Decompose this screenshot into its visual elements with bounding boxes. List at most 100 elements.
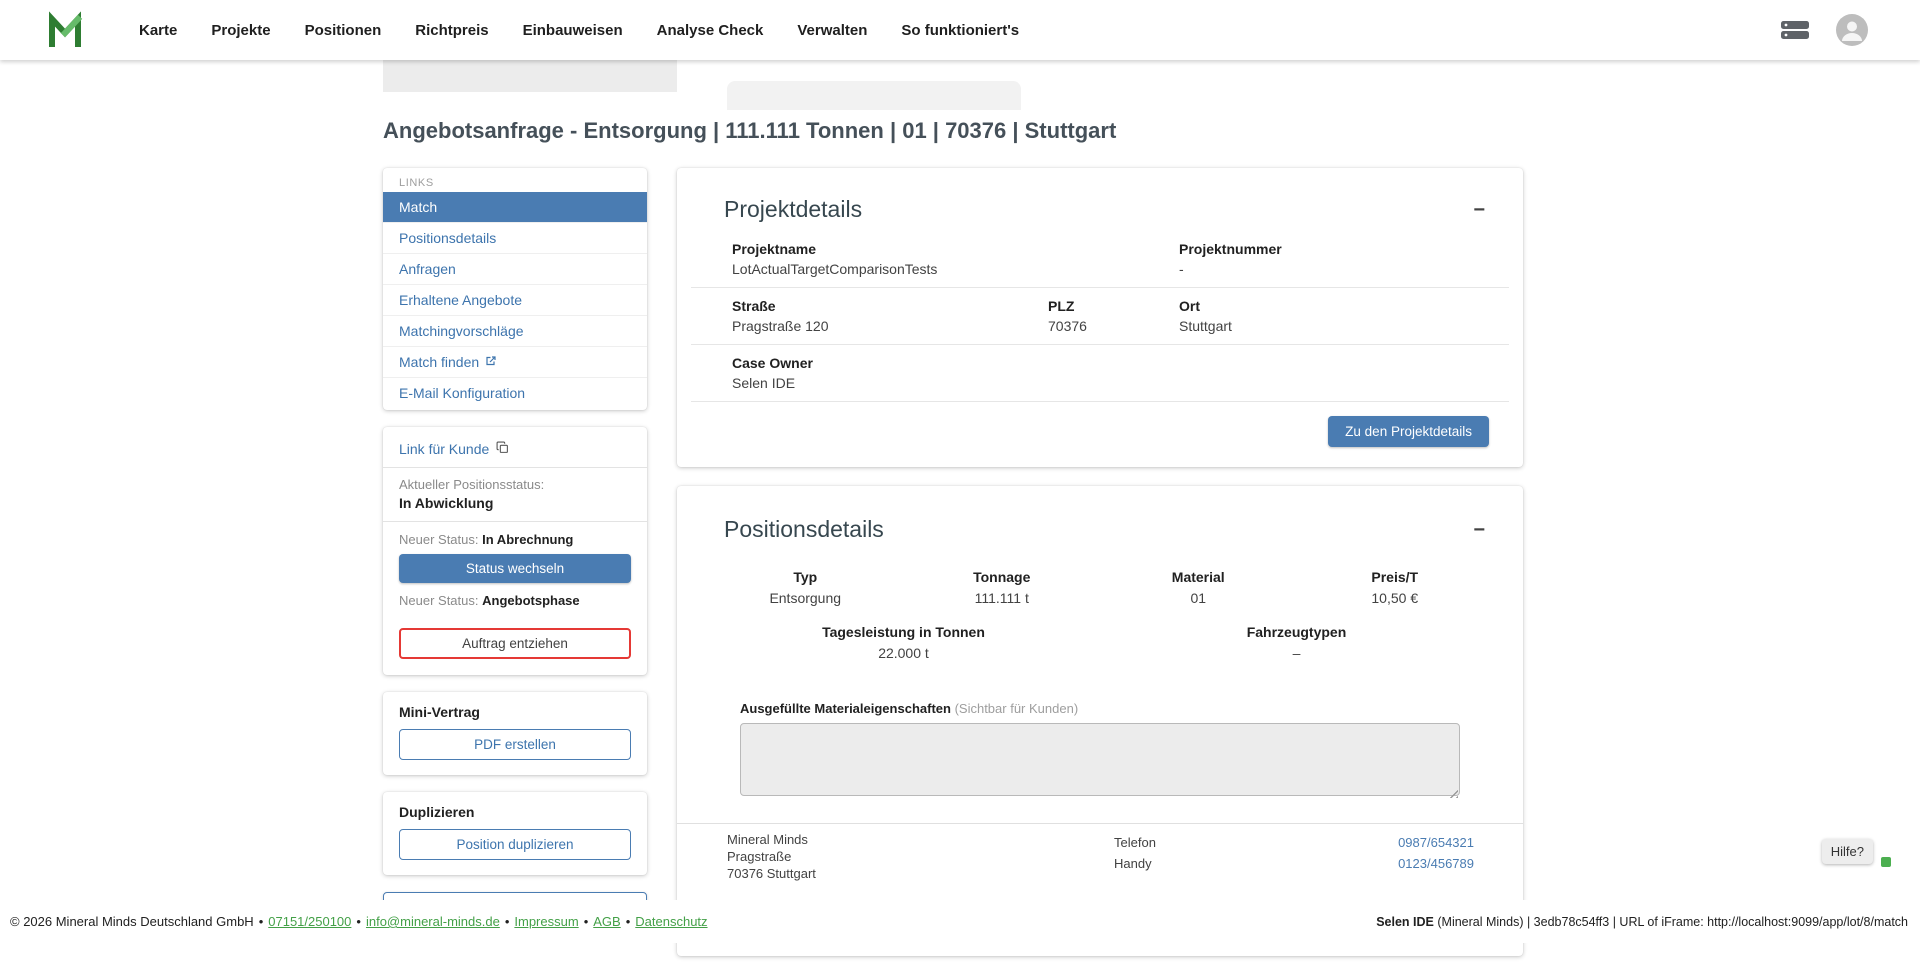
mini-contract-title: Mini-Vertrag — [399, 704, 631, 720]
nav-item-karte[interactable]: Karte — [139, 22, 177, 39]
next-status-2: Neuer Status: Angebotsphase — [399, 583, 631, 615]
footer-phone-link[interactable]: 07151/250100 — [268, 914, 351, 929]
help-button[interactable]: Hilfe? — [1822, 839, 1873, 864]
next-status-2-value: Angebotsphase — [482, 593, 580, 608]
projektdetails-card: Projektdetails − Projektname LotActualTa… — [677, 168, 1523, 467]
change-status-button[interactable]: Status wechseln — [399, 554, 631, 583]
sidebar-item-email-konfiguration[interactable]: E-Mail Konfiguration — [383, 378, 647, 408]
page-title: Angebotsanfrage - Entsorgung | 111.111 T… — [383, 118, 1523, 144]
field-fahrzeugtypen: Fahrzeugtypen – — [1100, 624, 1493, 661]
sidebar-item-erhaltene-angebote[interactable]: Erhaltene Angebote — [383, 285, 647, 316]
contact-company: Mineral Minds — [727, 831, 816, 848]
current-status-value: In Abwicklung — [399, 495, 631, 511]
nav-item-projekte[interactable]: Projekte — [211, 22, 270, 39]
links-card: LINKS Match Positionsdetails Anfragen Er… — [383, 168, 647, 410]
nav-right-tools — [1780, 14, 1920, 46]
sidebar-item-match-finden[interactable]: Match finden — [383, 347, 647, 378]
bullet-separator: • — [626, 914, 631, 929]
status-card: Link für Kunde Aktueller Positionsstatus… — [383, 427, 647, 675]
customer-link-label: Link für Kunde — [399, 441, 489, 457]
field-projektnummer: Projektnummer - — [1179, 241, 1483, 277]
phone-link[interactable]: 0987/654321 — [1398, 835, 1474, 850]
customer-link[interactable]: Link für Kunde — [399, 437, 631, 467]
mobile-label: Handy — [1114, 856, 1152, 871]
match-finden-label: Match finden — [399, 354, 479, 370]
bullet-separator: • — [584, 914, 589, 929]
external-link-icon — [485, 354, 497, 370]
top-nav: Karte Projekte Positionen Richtpreis Ein… — [0, 0, 1920, 60]
copy-icon — [496, 441, 509, 457]
footer-impressum-link[interactable]: Impressum — [514, 914, 578, 929]
material-properties-textarea[interactable] — [740, 723, 1460, 796]
positionsdetails-title: Positionsdetails — [724, 516, 884, 543]
next-status-1-value: In Abrechnung — [482, 532, 573, 547]
material-properties-section: Ausgefüllte Materialeigenschaften (Sicht… — [677, 661, 1523, 801]
footer-left: © 2026 Mineral Minds Deutschland GmbH • … — [10, 914, 708, 929]
sidebar-item-positionsdetails[interactable]: Positionsdetails — [383, 223, 647, 254]
footer-datenschutz-link[interactable]: Datenschutz — [635, 914, 707, 929]
sidebar-item-matchingvorschlaege[interactable]: Matchingvorschläge — [383, 316, 647, 347]
next-status-1: Neuer Status: In Abrechnung — [399, 522, 631, 554]
create-pdf-button[interactable]: PDF erstellen — [399, 729, 631, 760]
nav-item-so-funktionierts[interactable]: So funktioniert's — [901, 22, 1019, 39]
main-menu: Karte Projekte Positionen Richtpreis Ein… — [139, 22, 1053, 39]
withdraw-order-button[interactable]: Auftrag entziehen — [399, 628, 631, 659]
nav-item-analyse-check[interactable]: Analyse Check — [657, 22, 764, 39]
field-material: Material 01 — [1100, 569, 1297, 606]
footer-email-link[interactable]: info@mineral-minds.de — [366, 914, 500, 929]
bullet-separator: • — [505, 914, 510, 929]
field-case-owner: Case Owner Selen IDE — [732, 355, 1048, 391]
nav-item-einbauweisen[interactable]: Einbauweisen — [523, 22, 623, 39]
duplicate-card: Duplizieren Position duplizieren — [383, 792, 647, 875]
collapse-positionsdetails-button[interactable]: − — [1473, 520, 1485, 540]
next-status-1-label: Neuer Status: — [399, 532, 479, 547]
current-status-label: Aktueller Positionsstatus: — [399, 477, 631, 492]
sidebar: LINKS Match Positionsdetails Anfragen Er… — [383, 168, 647, 925]
sidebar-item-anfragen[interactable]: Anfragen — [383, 254, 647, 285]
field-strasse: Straße Pragstraße 120 — [732, 298, 1048, 334]
contact-address: Mineral Minds Pragstraße 70376 Stuttgart — [727, 831, 816, 882]
nav-item-positionen[interactable]: Positionen — [305, 22, 382, 39]
contact-mobile-row: Handy 0123/456789 — [1114, 853, 1474, 874]
bullet-separator: • — [259, 914, 264, 929]
next-status-2-label: Neuer Status: — [399, 593, 479, 608]
mineral-minds-logo-icon[interactable] — [45, 10, 85, 50]
footer-user: Selen IDE — [1376, 915, 1434, 929]
server-icon[interactable] — [1780, 19, 1810, 41]
collapse-projektdetails-button[interactable]: − — [1473, 200, 1485, 220]
bullet-separator: • — [356, 914, 361, 929]
links-header: LINKS — [383, 168, 647, 192]
skeleton-block-1 — [383, 58, 677, 92]
material-properties-hint: (Sichtbar für Kunden) — [955, 701, 1079, 716]
go-to-projektdetails-button[interactable]: Zu den Projektdetails — [1328, 416, 1489, 447]
field-tonnage: Tonnage 111.111 t — [904, 569, 1101, 606]
page-content: Angebotsanfrage - Entsorgung | 111.111 T… — [383, 118, 1523, 975]
footer: © 2026 Mineral Minds Deutschland GmbH • … — [0, 900, 1920, 943]
sidebar-item-match[interactable]: Match — [383, 192, 647, 223]
footer-agb-link[interactable]: AGB — [593, 914, 620, 929]
mobile-link[interactable]: 0123/456789 — [1398, 856, 1474, 871]
phone-label: Telefon — [1114, 835, 1156, 850]
duplicate-position-button[interactable]: Position duplizieren — [399, 829, 631, 860]
copyright-text: © 2026 Mineral Minds Deutschland GmbH — [10, 914, 254, 929]
field-tagesleistung: Tagesleistung in Tonnen 22.000 t — [707, 624, 1100, 661]
contact-street: Pragstraße — [727, 848, 816, 865]
contact-phone-row: Telefon 0987/654321 — [1114, 832, 1474, 853]
status-dot-icon — [1881, 857, 1891, 867]
contact-section: Mineral Minds Pragstraße 70376 Stuttgart… — [677, 824, 1523, 902]
current-status: Aktueller Positionsstatus: In Abwicklung — [399, 468, 631, 521]
contact-numbers: Telefon 0987/654321 Handy 0123/456789 — [1114, 831, 1474, 882]
field-ort: Ort Stuttgart — [1179, 298, 1483, 334]
field-preis-t: Preis/T 10,50 € — [1297, 569, 1494, 606]
positionsdetails-card: Positionsdetails − Typ Entsorgung Tonnag… — [677, 486, 1523, 956]
main-column: Projektdetails − Projektname LotActualTa… — [677, 168, 1523, 975]
avatar[interactable] — [1836, 14, 1868, 46]
material-properties-label: Ausgefüllte Materialeigenschaften — [740, 701, 951, 716]
nav-item-verwalten[interactable]: Verwalten — [797, 22, 867, 39]
projektdetails-title: Projektdetails — [724, 196, 862, 223]
footer-session-rest: (Mineral Minds) | 3edb78c54ff3 | URL of … — [1434, 915, 1908, 929]
mini-contract-card: Mini-Vertrag PDF erstellen — [383, 692, 647, 775]
field-typ: Typ Entsorgung — [707, 569, 904, 606]
contact-city: 70376 Stuttgart — [727, 865, 816, 882]
nav-item-richtpreis[interactable]: Richtpreis — [415, 22, 488, 39]
